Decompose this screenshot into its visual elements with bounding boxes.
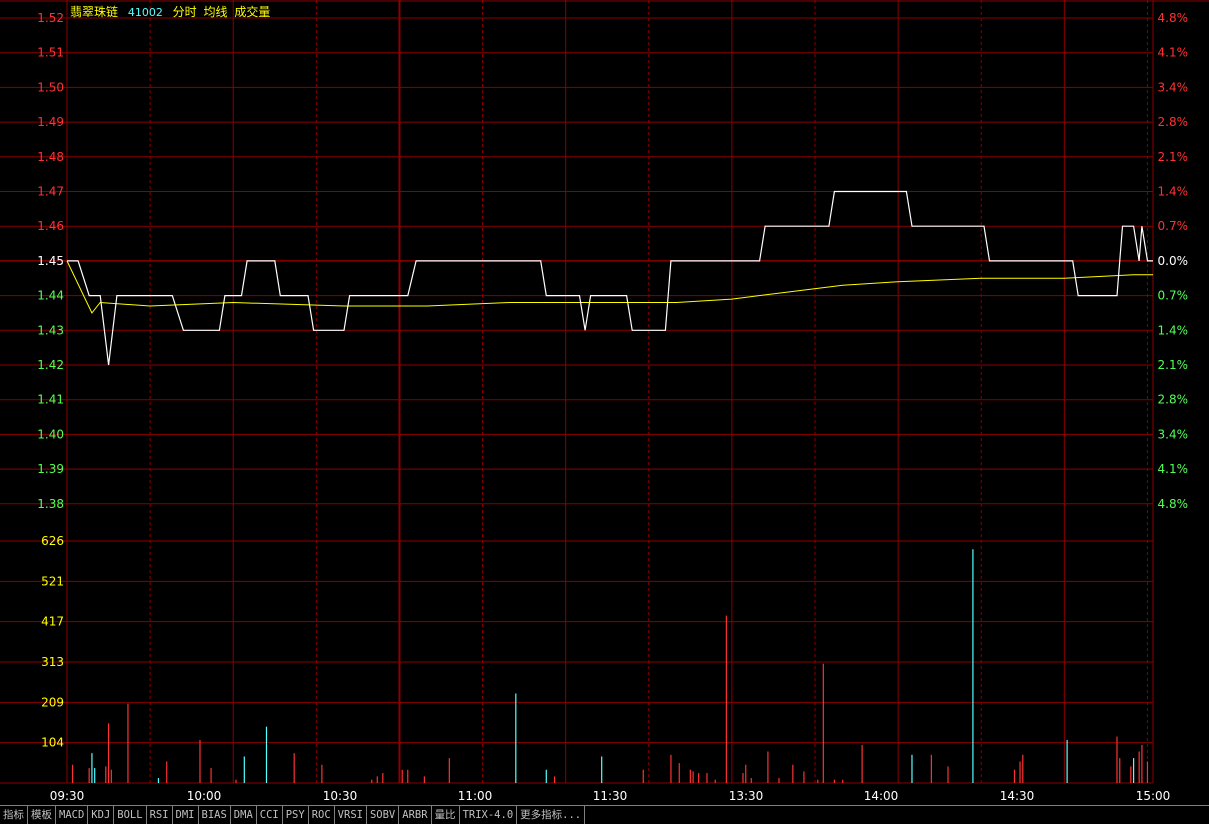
indicator-tab[interactable]: BOLL — [114, 806, 147, 824]
indicator-tab[interactable]: CCI — [257, 806, 283, 824]
volume-tick-label: 417 — [41, 615, 64, 629]
indicator-tab[interactable]: DMI — [173, 806, 199, 824]
volume-tick-label: 626 — [41, 534, 64, 548]
mode-label-timeshare[interactable]: 分时 — [173, 5, 197, 19]
stock-code: 41002 — [127, 6, 163, 19]
percent-tick-label: 0.7% — [1158, 289, 1189, 303]
percent-tick-label: 3.4% — [1158, 427, 1189, 441]
price-tick-label: 1.41 — [37, 393, 64, 407]
indicator-tab[interactable]: 指标 — [0, 806, 28, 824]
percent-tick-label: 1.4% — [1158, 185, 1189, 199]
indicator-tab[interactable]: PSY — [283, 806, 309, 824]
percent-tick-label: 4.8% — [1158, 497, 1189, 511]
volume-tick-label: 313 — [41, 655, 64, 669]
time-tick-label: 13:30 — [729, 789, 764, 803]
price-tick-label: 1.47 — [37, 185, 64, 199]
indicator-tab[interactable]: VRSI — [335, 806, 367, 824]
time-tick-label: 11:00 — [458, 789, 493, 803]
indicator-tab[interactable]: RSI — [147, 806, 173, 824]
volume-tick-label: 521 — [41, 574, 64, 588]
percent-tick-label: 2.8% — [1158, 393, 1189, 407]
indicator-tab[interactable]: 更多指标... — [517, 806, 586, 824]
percent-tick-label: 4.1% — [1158, 46, 1189, 60]
time-tick-label: 14:00 — [864, 789, 899, 803]
percent-axis-labels: 4.8% 4.1% 3.4% 2.8% 2.1% 1.4% 0.7% 0.0% 0.7% 1.4%… — [1158, 11, 1189, 511]
time-tick-label: 15:00 — [1136, 789, 1171, 803]
indicator-tab-bar: 指标 模板 MACD KDJ BOLL RSI DMI BIAS DMA CCI PSY ROC VRS… — [0, 805, 1209, 824]
indicator-tab[interactable]: 模板 — [28, 806, 56, 824]
percent-tick-label: 0.0% — [1158, 254, 1189, 268]
price-tick-label: 1.43 — [37, 323, 64, 337]
price-tick-label: 1.39 — [37, 462, 64, 476]
price-tick-label: 1.46 — [37, 219, 64, 233]
indicator-tab[interactable]: BIAS — [199, 806, 231, 824]
volume-tick-label: 104 — [41, 736, 64, 750]
chart-title-bar: 翡翠珠链 41002 分时 均线 成交量 — [70, 3, 276, 20]
price-tick-label: 1.50 — [37, 80, 64, 94]
price-tick-label: 1.40 — [37, 427, 64, 441]
price-tick-label: 1.45 — [37, 254, 64, 268]
price-tick-label: 1.51 — [37, 46, 64, 60]
percent-tick-label: 1.4% — [1158, 323, 1189, 337]
price-tick-label: 1.42 — [37, 358, 64, 372]
mode-label-volume[interactable]: 成交量 — [234, 5, 270, 19]
mode-label-average[interactable]: 均线 — [204, 5, 228, 19]
time-axis-labels: 09:30 10:00 10:30 11:00 11:30 13:30 14:00 14:30… — [50, 789, 1171, 803]
percent-tick-label: 4.8% — [1158, 11, 1189, 25]
percent-tick-label: 3.4% — [1158, 80, 1189, 94]
indicator-tab[interactable]: ROC — [309, 806, 335, 824]
percent-tick-label: 2.1% — [1158, 358, 1189, 372]
time-tick-label: 10:30 — [323, 789, 358, 803]
percent-tick-label: 4.1% — [1158, 462, 1189, 476]
time-tick-label: 11:30 — [593, 789, 628, 803]
indicator-tab[interactable]: ARBR — [399, 806, 432, 824]
price-tick-label: 1.49 — [37, 115, 64, 129]
time-tick-label: 14:30 — [1000, 789, 1035, 803]
percent-tick-label: 0.7% — [1158, 219, 1189, 233]
price-tick-label: 1.52 — [37, 11, 64, 25]
volume-tick-label: 209 — [41, 695, 64, 709]
price-tick-label: 1.48 — [37, 150, 64, 164]
price-tick-label: 1.38 — [37, 497, 64, 511]
time-tick-label: 09:30 — [50, 789, 85, 803]
indicator-tab[interactable]: 量比 — [432, 806, 460, 824]
indicator-tab[interactable]: TRIX-4.0 — [460, 806, 518, 824]
indicator-tab[interactable]: DMA — [231, 806, 257, 824]
percent-tick-label: 2.1% — [1158, 150, 1189, 164]
price-tick-label: 1.44 — [37, 289, 64, 303]
percent-tick-label: 2.8% — [1158, 115, 1189, 129]
price-axis-labels: 1.52 1.51 1.50 1.49 1.48 1.47 1.46 1.45 1.44 1.43… — [37, 11, 64, 511]
indicator-tab[interactable]: SOBV — [367, 806, 400, 824]
stock-name: 翡翠珠链 — [70, 5, 119, 19]
indicator-tab[interactable]: MACD — [56, 806, 89, 824]
time-tick-label: 10:00 — [187, 789, 222, 803]
indicator-tab[interactable]: KDJ — [88, 806, 115, 824]
intraday-chart[interactable]: 1.52 1.51 1.50 1.49 1.48 1.47 1.46 1.45 1.44 1.43… — [0, 0, 1209, 805]
